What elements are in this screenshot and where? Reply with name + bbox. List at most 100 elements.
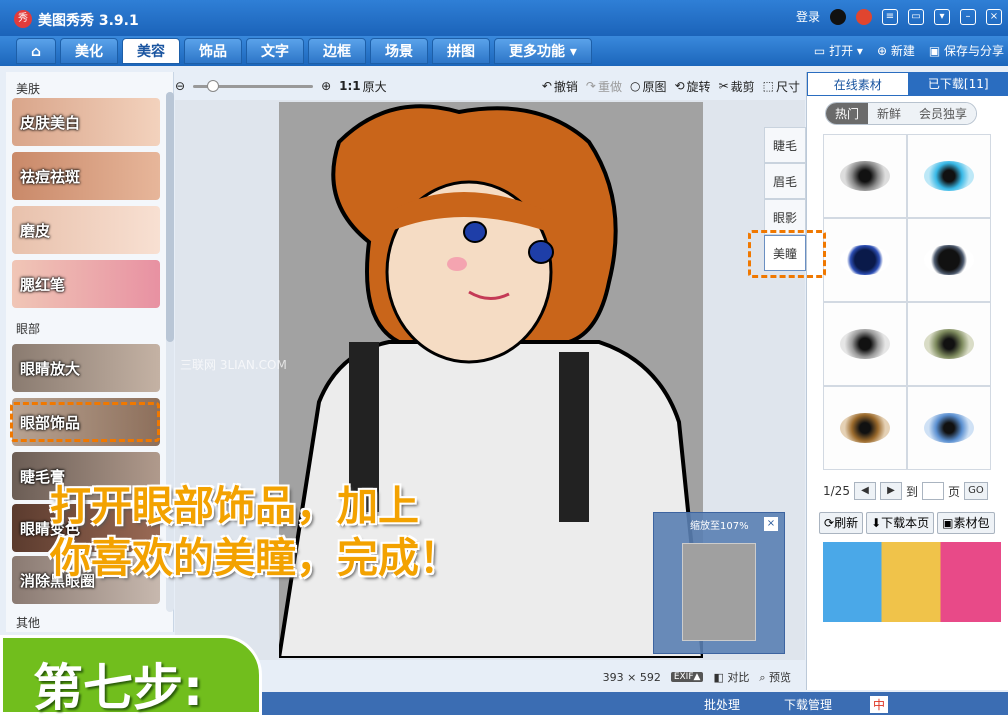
- crop-button[interactable]: ✂ 裁剪: [719, 78, 755, 95]
- folder-icon: ▭: [813, 44, 830, 58]
- zoom-level-label: 缩放至107%: [690, 521, 749, 532]
- undo-icon: ↶: [541, 79, 552, 93]
- lens-item[interactable]: [823, 218, 907, 302]
- weibo-icon[interactable]: [856, 8, 872, 25]
- plus-icon: ⊕: [876, 44, 891, 58]
- scrollbar-thumb[interactable]: [166, 92, 174, 342]
- batch-button[interactable]: 批处理: [704, 696, 740, 713]
- tab-cosmetic[interactable]: 美容: [122, 38, 181, 64]
- lens-item[interactable]: [907, 134, 991, 218]
- title-bar: 秀 美图秀秀 3.9.1 登录 ≡ ▭ ▾ – ×: [0, 0, 1008, 36]
- lens-item[interactable]: [907, 302, 991, 386]
- rotate-icon: ⟲: [674, 79, 685, 93]
- section-skin-label: 美肤: [16, 82, 41, 96]
- section-other-label: 其他: [16, 616, 41, 630]
- redo-icon: ↷: [585, 79, 596, 93]
- tab-scene[interactable]: 场景: [370, 38, 429, 64]
- minimize-icon[interactable]: –: [960, 8, 976, 25]
- lens-item[interactable]: [823, 386, 907, 470]
- open-button[interactable]: ▭ 打开 ▾: [814, 42, 863, 59]
- redo-button[interactable]: ↷ 重做: [586, 78, 622, 95]
- contact-lens-grid: [823, 134, 991, 470]
- highlight-colored-contacts: [748, 230, 826, 278]
- download-page-button[interactable]: ⬇下载本页: [866, 512, 935, 534]
- message-icon[interactable]: ▭: [908, 8, 924, 25]
- tab-eyelashes[interactable]: 睫毛: [764, 127, 806, 163]
- lens-item[interactable]: [907, 386, 991, 470]
- tool-skin-whitening[interactable]: 皮肤美白: [12, 98, 160, 146]
- status-bar: 393 × 592 EXIF▲ ◧ 对比 ⌕ 预览: [175, 664, 805, 690]
- tab-downloaded[interactable]: 已下载[11]: [908, 72, 1008, 96]
- close-preview-icon[interactable]: ×: [764, 517, 778, 531]
- highlight-eye-accessories: [10, 402, 160, 442]
- tool-blush-brush[interactable]: 腮红笔: [12, 260, 160, 308]
- refresh-button[interactable]: ⟳刷新: [819, 512, 864, 534]
- page-indicator: 1/25: [823, 484, 850, 498]
- exif-button[interactable]: EXIF▲: [670, 672, 704, 682]
- material-panel: 在线素材 已下载[11] 热门 新鲜 会员独享 1/25 ◀ ▶ 到 页 GO: [806, 72, 1008, 690]
- resize-button[interactable]: ⬚ 尺寸: [763, 78, 800, 95]
- lens-item[interactable]: [907, 218, 991, 302]
- zoom-slider[interactable]: [193, 79, 314, 92]
- original-button[interactable]: ○ 原图: [630, 78, 667, 95]
- notes-icon[interactable]: ≡: [882, 8, 898, 25]
- scissors-icon: ✂: [718, 79, 729, 93]
- edit-toolbar: ⊖ ⊕ 1:1 原大 ↶ 撤销 ↷ 重做 ○ 原图 ⟲ 旋转 ✂ 裁剪 ⬚ 尺寸: [175, 72, 800, 100]
- image-dimensions: 393 × 592: [602, 670, 661, 684]
- package-icon: ▣: [942, 516, 954, 530]
- refresh-icon: ⟳: [824, 516, 835, 530]
- app-logo-icon: 秀: [14, 10, 32, 28]
- lens-item[interactable]: [823, 302, 907, 386]
- save-icon: ▣: [928, 44, 944, 58]
- go-button[interactable]: GO: [963, 482, 988, 500]
- original-size-button[interactable]: 1:1 原大: [339, 78, 387, 95]
- zoom-in-icon[interactable]: ⊕: [321, 79, 331, 93]
- tool-eye-enlarge[interactable]: 眼睛放大: [12, 344, 160, 392]
- material-pager: 1/25 ◀ ▶ 到 页 GO: [823, 482, 988, 500]
- tab-eyebrows[interactable]: 眉毛: [764, 163, 806, 199]
- preview-thumbnail[interactable]: [682, 543, 756, 641]
- filter-new[interactable]: 新鲜: [868, 103, 911, 124]
- app-title: 美图秀秀 3.9.1: [38, 13, 139, 29]
- app-window: 秀 美图秀秀 3.9.1 登录 ≡ ▭ ▾ – × ⌂ 美化 美容 饰品 文字 …: [0, 0, 1008, 715]
- new-button[interactable]: ⊕ 新建: [877, 42, 915, 59]
- zoom-slider-thumb[interactable]: [207, 79, 220, 92]
- undo-button[interactable]: ↶ 撤销: [542, 78, 578, 95]
- home-icon[interactable]: ⌂: [16, 38, 57, 64]
- circle-icon: ○: [629, 79, 641, 93]
- filter-vip[interactable]: 会员独享: [910, 103, 977, 124]
- menu-icon[interactable]: ▾: [934, 8, 950, 25]
- preview-icon: ⌕: [759, 671, 769, 684]
- qq-icon[interactable]: [830, 8, 846, 25]
- zoom-preview-popup: 缩放至107% ×: [653, 512, 785, 654]
- instruction-text: 打开眼部饰品，加上 你喜欢的美瞳，完成！: [50, 482, 460, 582]
- ime-indicator[interactable]: 中: [870, 696, 889, 713]
- login-link[interactable]: 登录: [796, 8, 820, 25]
- ad-banner[interactable]: [823, 542, 1001, 622]
- zoom-out-icon[interactable]: ⊖: [175, 79, 185, 93]
- tab-more[interactable]: 更多功能 ▾: [494, 38, 592, 64]
- tool-smoothing[interactable]: 磨皮: [12, 206, 160, 254]
- close-icon[interactable]: ×: [986, 8, 1002, 25]
- prev-page-button[interactable]: ◀: [853, 482, 876, 500]
- tab-accessories[interactable]: 饰品: [184, 38, 243, 64]
- tab-text[interactable]: 文字: [246, 38, 305, 64]
- tab-collage[interactable]: 拼图: [432, 38, 491, 64]
- title-bar-controls: 登录 ≡ ▭ ▾ – ×: [796, 8, 1002, 25]
- tab-beautify[interactable]: 美化: [60, 38, 119, 64]
- filter-hot[interactable]: 热门: [826, 103, 869, 124]
- step-badge: 第七步:: [0, 635, 262, 715]
- rotate-button[interactable]: ⟲ 旋转: [674, 78, 710, 95]
- download-manager-button[interactable]: 下载管理: [784, 696, 832, 713]
- next-page-button[interactable]: ▶: [879, 482, 902, 500]
- material-pack-button[interactable]: ▣素材包: [937, 512, 995, 534]
- save-button[interactable]: ▣ 保存与分享: [929, 42, 1004, 59]
- lens-item[interactable]: [823, 134, 907, 218]
- preview-button[interactable]: ⌕ 预览: [759, 669, 791, 685]
- watermark: 三联网 3LIAN.COM: [180, 358, 287, 372]
- page-number-input[interactable]: [921, 482, 944, 500]
- tab-online-materials[interactable]: 在线素材: [807, 72, 909, 96]
- compare-button[interactable]: ◧ 对比: [713, 669, 749, 685]
- tab-frame[interactable]: 边框: [308, 38, 367, 64]
- tool-acne-removal[interactable]: 祛痘祛斑: [12, 152, 160, 200]
